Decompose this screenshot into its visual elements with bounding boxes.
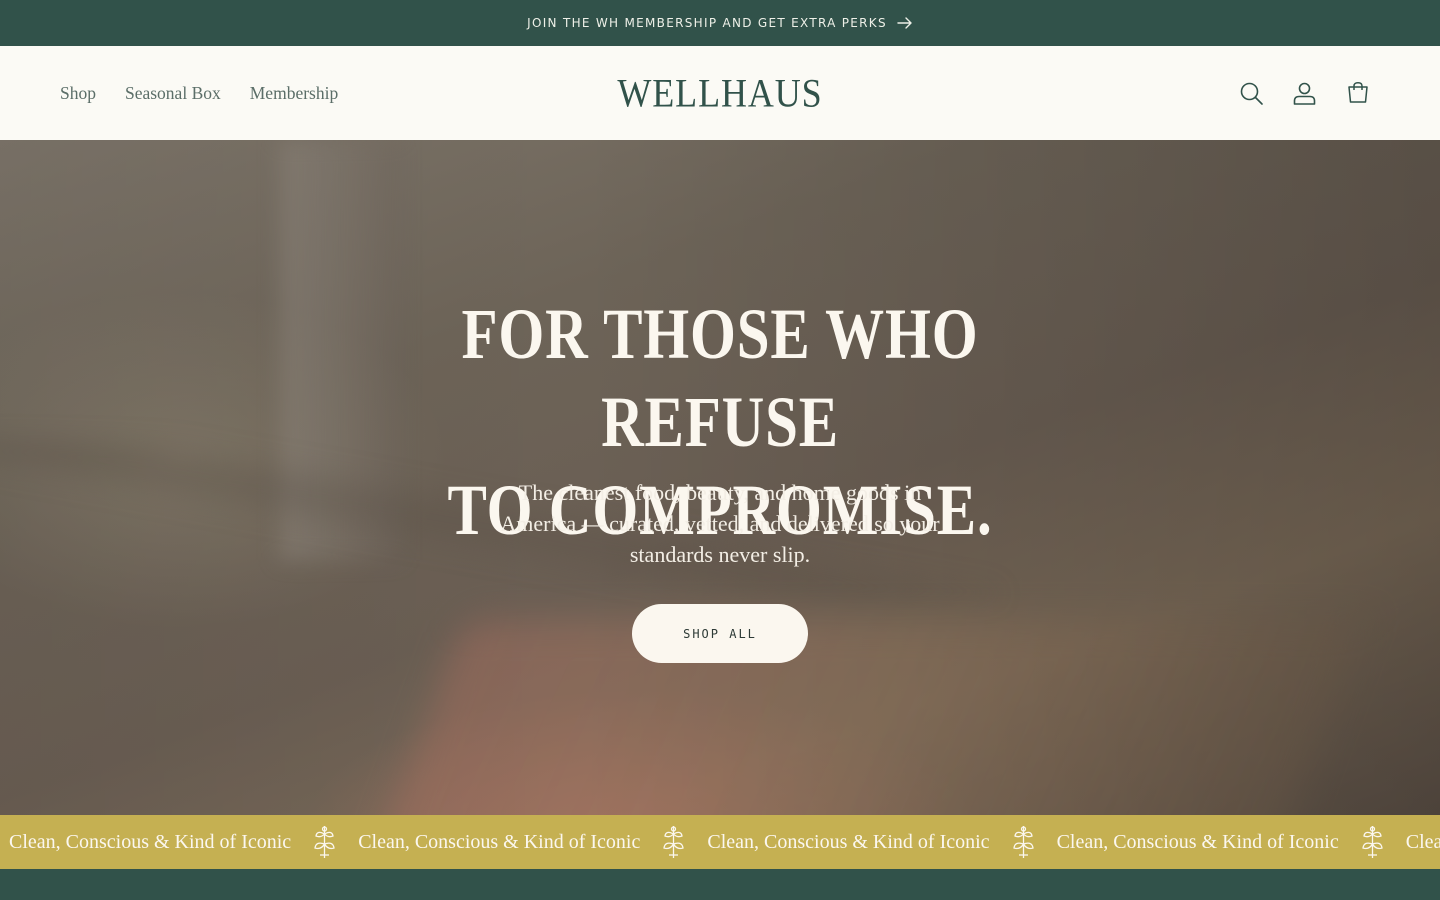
account-icon[interactable]	[1292, 81, 1317, 106]
cart-icon[interactable]	[1345, 81, 1370, 106]
marquee-item: Clean, Conscious & Kind of Iconic	[1057, 815, 1406, 869]
hero-banner: FOR THOSE WHO REFUSE TO COMPROMISE. The …	[0, 140, 1440, 815]
nav-link-seasonal-box[interactable]: Seasonal Box	[125, 83, 221, 104]
header-icons	[1239, 46, 1370, 140]
marquee-text: Clean, Conscious & Kind of Iconic	[1405, 830, 1440, 853]
search-icon[interactable]	[1239, 81, 1264, 106]
hero-content: FOR THOSE WHO REFUSE TO COMPROMISE. The …	[0, 140, 1440, 815]
marquee-item: Clean, Conscious & Kind of Iconic	[1406, 815, 1440, 869]
nav-link-membership[interactable]: Membership	[250, 83, 338, 104]
nav-link-shop[interactable]: Shop	[60, 83, 96, 104]
arrow-right-icon[interactable]	[897, 17, 913, 29]
marquee-item: Clean, Conscious & Kind of Iconic	[707, 815, 1056, 869]
main-nav: Shop Seasonal Box Membership	[60, 46, 338, 140]
announcement-bar[interactable]: JOIN THE WH MEMBERSHIP AND GET EXTRA PER…	[0, 0, 1440, 46]
floral-emblem-icon	[660, 824, 687, 860]
shop-all-button[interactable]: SHOP ALL	[632, 604, 808, 663]
hero-subtext: The cleanest food, beauty, and home good…	[500, 480, 940, 567]
floral-emblem-icon	[1359, 824, 1386, 860]
marquee-text: Clean, Conscious & Kind of Iconic	[9, 830, 292, 853]
next-section-edge	[0, 869, 1440, 900]
marquee-item: Clean, Conscious & Kind of Iconic	[9, 815, 358, 869]
hero-headline-line1: FOR THOSE WHO REFUSE	[461, 294, 979, 462]
floral-emblem-icon	[1010, 824, 1037, 860]
marquee-item: Clean, Conscious & Kind of Iconic	[358, 815, 707, 869]
site-logo[interactable]: WELLHAUS	[606, 70, 834, 117]
marquee-text: Clean, Conscious & Kind of Iconic	[707, 830, 990, 853]
marquee-track: Clean, Conscious & Kind of Iconic Clean,…	[9, 815, 1440, 869]
floral-emblem-icon	[311, 824, 338, 860]
site-header: Shop Seasonal Box Membership WELLHAUS	[0, 46, 1440, 140]
marquee-text: Clean, Conscious & Kind of Iconic	[1056, 830, 1339, 853]
marquee-text: Clean, Conscious & Kind of Iconic	[358, 830, 641, 853]
marquee-ticker: Clean, Conscious & Kind of Iconic Clean,…	[0, 815, 1440, 869]
announcement-text[interactable]: JOIN THE WH MEMBERSHIP AND GET EXTRA PER…	[527, 16, 887, 30]
